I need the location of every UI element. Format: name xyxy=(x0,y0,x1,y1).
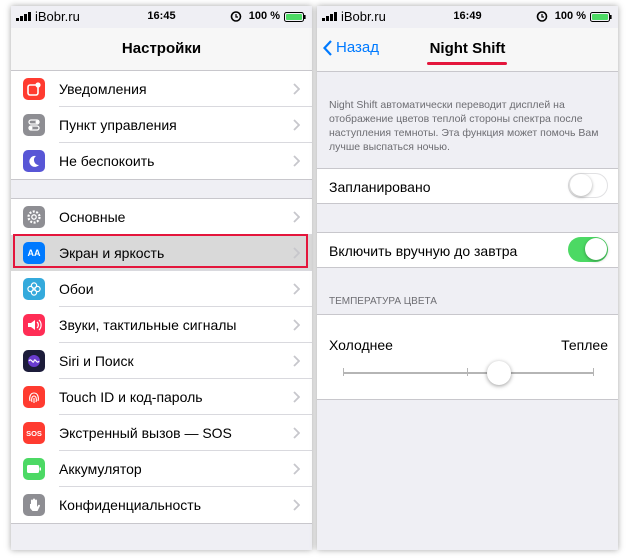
sos-icon: SOS xyxy=(23,422,45,444)
icon-text: AA xyxy=(27,248,41,258)
icon-text: SOS xyxy=(26,428,42,438)
settings-item-label: Обои xyxy=(59,281,94,297)
settings-item-label: Конфиденциальность xyxy=(59,497,202,513)
nav-bar: Настройки xyxy=(11,28,312,72)
temperature-group: Холоднее Теплее xyxy=(317,314,618,400)
settings-item-notifications[interactable]: Уведомления xyxy=(11,71,312,107)
settings-item-privacy[interactable]: Конфиденциальность xyxy=(11,487,312,523)
slider-tick xyxy=(593,368,594,376)
settings-item-general[interactable]: Основные xyxy=(11,199,312,235)
manual-label: Включить вручную до завтра xyxy=(329,243,518,259)
settings-item-label: Аккумулятор xyxy=(59,461,142,477)
battery-percent: 100 % xyxy=(554,10,586,22)
settings-item-do-not-disturb[interactable]: Не беспокоить xyxy=(11,143,312,179)
scheduled-toggle[interactable] xyxy=(568,173,608,198)
page-title: Настройки xyxy=(121,40,202,57)
chevron-right-icon xyxy=(293,463,300,475)
control-center-icon xyxy=(23,114,45,136)
settings-item-siri[interactable]: Siri и Поиск xyxy=(11,343,312,379)
toggle-knob xyxy=(585,238,607,260)
night-shift-screen: iBobr.ru 16:49 100 % Назад Night Shift N… xyxy=(317,6,618,550)
chevron-right-icon xyxy=(293,355,300,367)
settings-screen: iBobr.ru 16:45 100 % Настройки Уведомлен… xyxy=(11,6,312,550)
siri-icon xyxy=(23,350,45,372)
settings-item-label: Пункт управления xyxy=(59,117,177,133)
settings-item-wallpaper[interactable]: Обои xyxy=(11,271,312,307)
chevron-right-icon xyxy=(293,155,300,167)
title-underline-mark xyxy=(427,62,507,65)
page-title: Night Shift xyxy=(429,40,506,57)
status-bar: iBobr.ru 16:45 100 % xyxy=(11,6,312,28)
chevron-right-icon xyxy=(293,119,300,131)
fingerprint-icon xyxy=(23,386,45,408)
chevron-right-icon xyxy=(293,247,300,259)
battery-status-icon xyxy=(284,12,306,22)
chevron-right-icon xyxy=(293,319,300,331)
settings-item-label: Siri и Поиск xyxy=(59,353,134,369)
settings-group-1: Уведомления Пункт управления Не беспокои… xyxy=(11,70,312,180)
sound-icon xyxy=(23,314,45,336)
notifications-icon xyxy=(23,78,45,100)
scheduled-row: Запланировано xyxy=(317,168,618,204)
chevron-right-icon xyxy=(293,499,300,511)
slider-tick xyxy=(343,368,344,376)
settings-item-battery[interactable]: Аккумулятор xyxy=(11,451,312,487)
chevron-right-icon xyxy=(293,283,300,295)
manual-toggle[interactable] xyxy=(568,237,608,262)
moon-icon xyxy=(23,150,45,172)
manual-row: Включить вручную до завтра xyxy=(317,232,618,268)
temperature-slider-thumb[interactable] xyxy=(486,361,511,385)
settings-group-2: Основные AA Экран и яркость Обои Звуки, … xyxy=(11,198,312,524)
settings-item-label: Touch ID и код-пароль xyxy=(59,389,203,405)
scheduled-label: Запланировано xyxy=(329,179,431,195)
chevron-right-icon xyxy=(293,427,300,439)
settings-item-label: Не беспокоить xyxy=(59,153,155,169)
temperature-slider-track[interactable] xyxy=(343,372,594,374)
chevron-right-icon xyxy=(293,211,300,223)
alarm-icon xyxy=(536,11,548,22)
hand-icon xyxy=(23,494,45,516)
temperature-header: ТЕМПЕРАТУРА ЦВЕТА xyxy=(329,296,437,307)
status-bar: iBobr.ru 16:49 100 % xyxy=(317,6,618,28)
settings-item-emergency-sos[interactable]: SOS Экстренный вызов — SOS xyxy=(11,415,312,451)
alarm-icon xyxy=(230,11,242,22)
battery-status-icon xyxy=(590,12,612,22)
battery-percent: 100 % xyxy=(248,10,280,22)
description-text: Night Shift автоматически переводит дисп… xyxy=(329,99,599,153)
wallpaper-icon xyxy=(23,278,45,300)
cold-label: Холоднее xyxy=(329,337,393,353)
settings-item-label: Звуки, тактильные сигналы xyxy=(59,317,237,333)
settings-item-display-brightness[interactable]: AA Экран и яркость xyxy=(11,235,312,271)
chevron-right-icon xyxy=(293,83,300,95)
settings-item-touch-id[interactable]: Touch ID и код-пароль xyxy=(11,379,312,415)
battery-icon xyxy=(23,458,45,480)
chevron-right-icon xyxy=(293,391,300,403)
settings-item-label: Основные xyxy=(59,209,126,225)
settings-item-sounds[interactable]: Звуки, тактильные сигналы xyxy=(11,307,312,343)
display-brightness-icon: AA xyxy=(23,242,45,264)
gear-icon xyxy=(23,206,45,228)
toggle-knob xyxy=(570,174,592,196)
slider-tick xyxy=(467,368,468,376)
settings-item-label: Экран и яркость xyxy=(59,245,165,261)
settings-item-control-center[interactable]: Пункт управления xyxy=(11,107,312,143)
nav-bar: Назад Night Shift xyxy=(317,28,618,72)
settings-item-label: Экстренный вызов — SOS xyxy=(59,425,232,441)
warm-label: Теплее xyxy=(561,337,608,353)
settings-item-label: Уведомления xyxy=(59,81,147,97)
